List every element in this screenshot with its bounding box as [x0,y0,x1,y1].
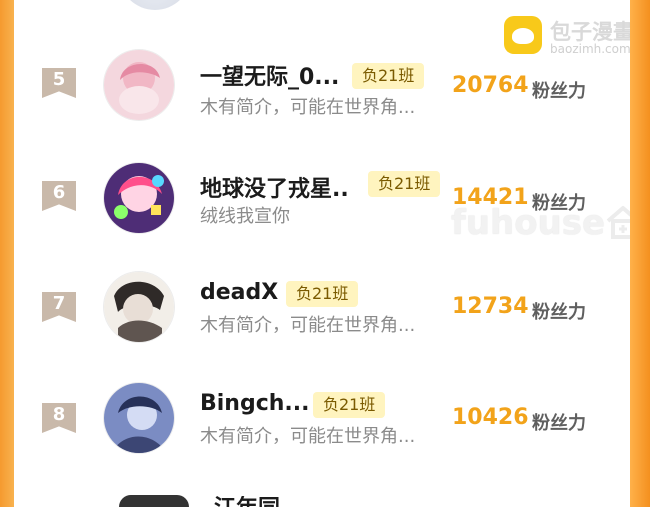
fan-score: 12734 [452,294,529,319]
rank-badge: 6 [42,181,76,211]
ranking-row-7[interactable]: 7 deadX 负21班 木有简介，可能在世界角... 12734 粉丝力 [14,249,630,359]
avatar-colorful-icon[interactable] [104,163,174,233]
fan-score: 10426 [452,405,529,430]
left-orange-frame [0,0,14,507]
fan-power-label: 粉丝力 [532,81,586,102]
brand-domain: baozimh.com [550,42,630,56]
class-tag: 负21班 [286,281,359,307]
avatar-pink-hair-icon[interactable] [104,50,174,120]
rank-number: 5 [52,69,66,90]
user-bio: 木有简介，可能在世界角... [200,97,416,118]
bun-face-icon [512,28,534,44]
house-icon [606,206,630,239]
brand-watermark: 包子漫畫 baozimh.com [504,16,630,60]
user-bio: 木有简介，可能在世界角... [200,315,416,336]
fan-power-label: 粉丝力 [532,413,586,434]
rank-number: 8 [52,404,66,425]
class-tag: 负21班 [313,392,386,418]
fan-power-label: 粉丝力 [532,302,586,323]
user-name[interactable]: Bingch... [200,391,310,416]
rank-number: 6 [52,182,66,203]
class-tag: 负21班 [352,63,425,89]
rank-badge: 5 [42,68,76,98]
top-avatar-peek [119,0,191,10]
class-tag: 负21班 [368,171,441,197]
bottom-avatar-peek [119,495,189,507]
fan-score: 20764 [452,73,529,98]
user-bio: 木有简介，可能在世界角... [200,426,416,447]
right-orange-frame [630,0,650,507]
fan-ranking-card: 5 一望无际_0... 负21班 木有简介，可能在世界角... 20764 粉丝… [14,0,630,507]
ranking-row-8[interactable]: 8 Bingch... 负21班 木有简介，可能在世界角... 10426 粉丝… [14,360,630,470]
user-name[interactable]: deadX [200,280,278,305]
avatar-sketch-icon[interactable] [104,272,174,342]
bottom-name-peek: 江年同 [214,496,280,507]
rank-badge: 8 [42,403,76,433]
avatar-blue-icon[interactable] [104,383,174,453]
user-name[interactable]: 地球没了戎星.. [200,171,349,203]
rank-badge: 7 [42,292,76,322]
rank-number: 7 [52,293,66,314]
bun-logo-icon [504,16,542,54]
user-bio: 绒线我宣你 [200,206,290,227]
fuhouse-watermark: fuhouse [451,203,606,243]
user-name[interactable]: 一望无际_0... [200,59,339,91]
